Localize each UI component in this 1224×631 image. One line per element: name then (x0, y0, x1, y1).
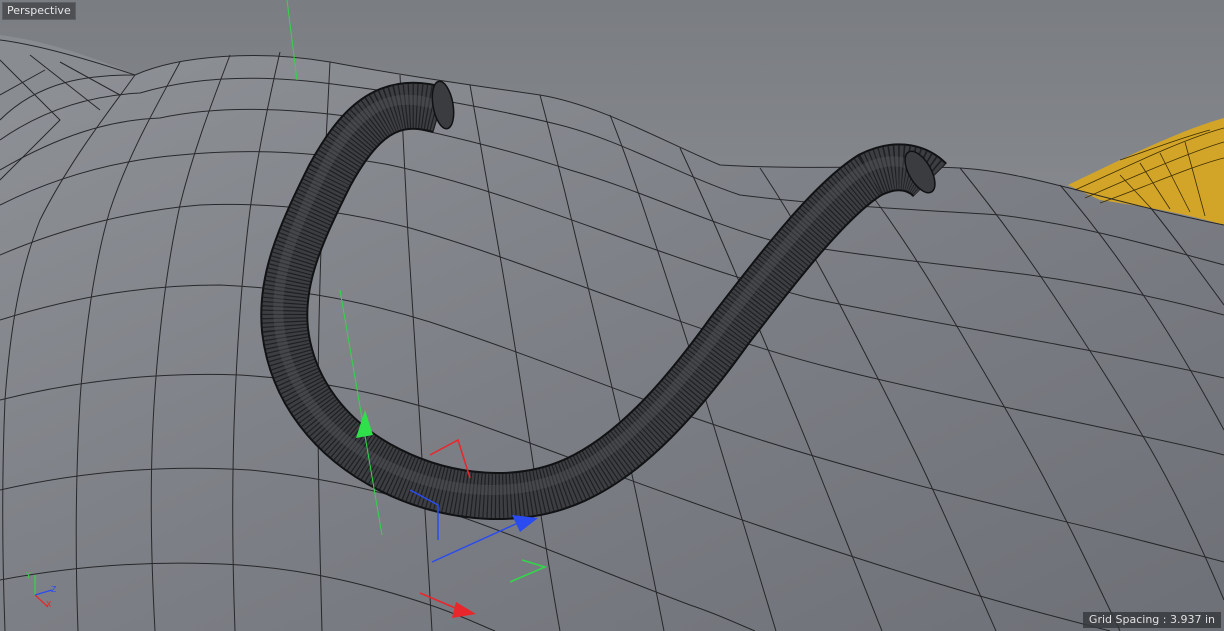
viewport-name: Perspective (7, 4, 71, 17)
grid-spacing-status: Grid Spacing : 3.937 in (1082, 612, 1221, 628)
grid-spacing-value: 3.937 in (1169, 613, 1215, 626)
grid-spacing-label: Grid Spacing (1088, 613, 1160, 626)
axis-x-label: X (46, 600, 52, 609)
grid-spacing-separator: : (1159, 613, 1170, 626)
viewport-name-label[interactable]: Perspective (2, 2, 76, 20)
axis-y-label: Y (25, 571, 31, 580)
viewport-3d[interactable]: Y Z X Perspective Grid Spacing : 3.937 i… (0, 0, 1224, 631)
axis-z-label: Z (51, 585, 57, 594)
scene-render: Y Z X (0, 0, 1224, 631)
